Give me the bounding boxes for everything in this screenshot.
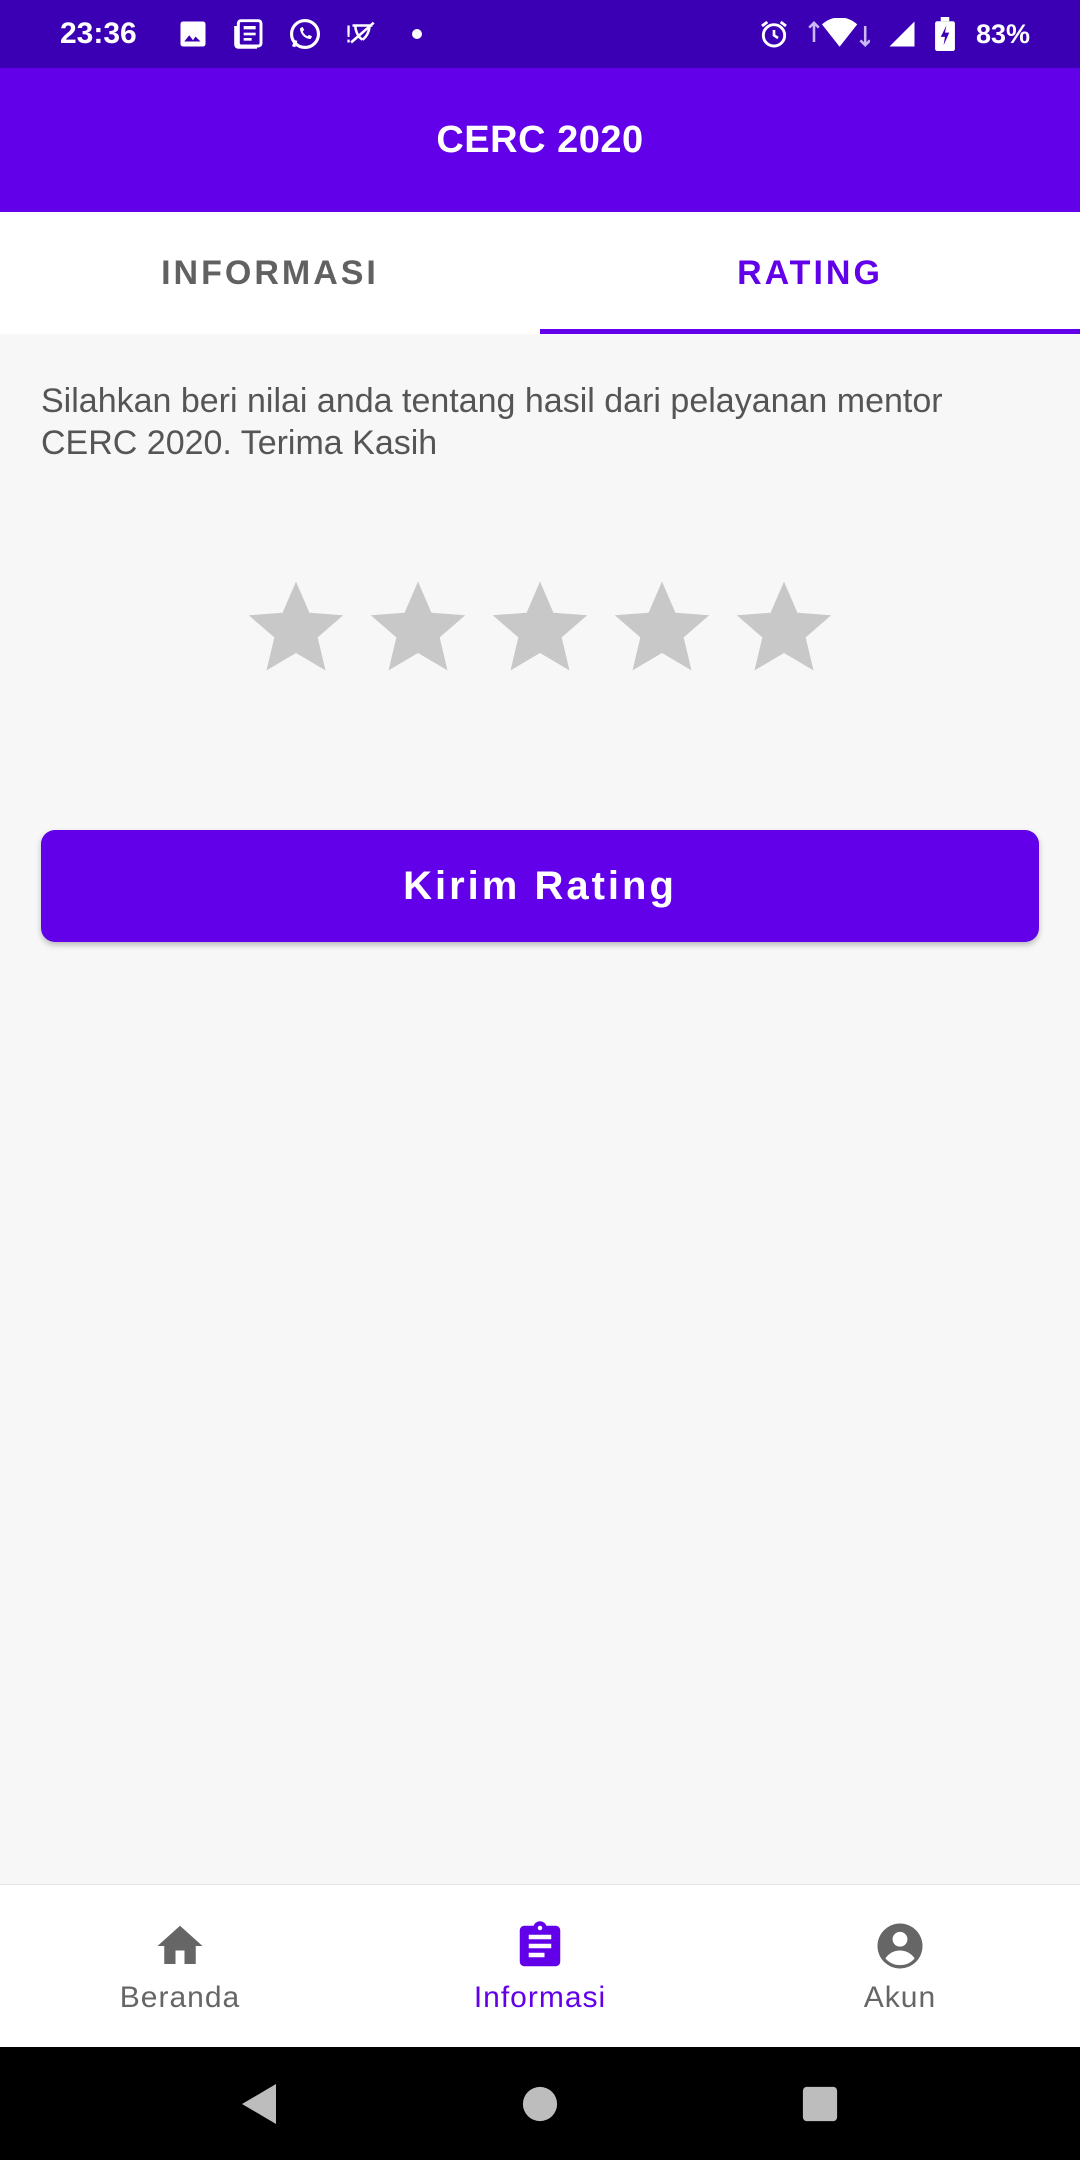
account-icon xyxy=(873,1919,927,1973)
wifi-icon xyxy=(806,16,870,52)
mute-icon: ! xyxy=(343,16,379,52)
nav-label-akun: Akun xyxy=(863,1980,937,2014)
signal-icon xyxy=(884,16,920,52)
battery-percent: 83% xyxy=(975,18,1030,49)
battery-icon xyxy=(934,16,956,52)
clipboard-icon xyxy=(513,1919,567,1973)
home-icon xyxy=(153,1919,207,1973)
nav-item-akun[interactable]: Akun xyxy=(720,1885,1080,2048)
app-bar: CERC 2020 xyxy=(0,68,1080,212)
nav-item-informasi[interactable]: Informasi xyxy=(360,1885,720,2048)
home-circle-icon[interactable] xyxy=(520,2084,560,2124)
nav-label-informasi: Informasi xyxy=(473,1980,607,2014)
star-rating-bar[interactable] xyxy=(0,575,1080,679)
star-5-icon[interactable] xyxy=(732,575,836,679)
status-bar: 23:36 ! 83% xyxy=(0,0,1080,68)
status-time: 23:36 xyxy=(60,17,137,50)
tab-informasi[interactable]: INFORMASI xyxy=(0,212,540,334)
news-icon xyxy=(231,16,267,52)
system-navigation-bar xyxy=(0,2047,1080,2160)
star-1-icon[interactable] xyxy=(244,575,348,679)
star-4-icon[interactable] xyxy=(610,575,714,679)
recents-icon[interactable] xyxy=(800,2084,840,2124)
bottom-navigation: Beranda Informasi Akun xyxy=(0,1884,1080,2048)
alarm-icon xyxy=(756,16,792,52)
nav-item-beranda[interactable]: Beranda xyxy=(0,1885,360,2048)
whatsapp-icon xyxy=(287,16,323,52)
system-status-icons: 83% xyxy=(756,16,1030,52)
star-3-icon[interactable] xyxy=(488,575,592,679)
dot-icon xyxy=(399,16,435,52)
image-icon xyxy=(175,16,211,52)
page-title: CERC 2020 xyxy=(436,118,644,161)
back-icon[interactable] xyxy=(240,2083,280,2124)
tab-rating[interactable]: RATING xyxy=(540,212,1080,334)
rating-description: Silahkan beri nilai anda tentang hasil d… xyxy=(41,382,943,462)
submit-rating-button[interactable]: Kirim Rating xyxy=(41,830,1039,942)
nav-label-beranda: Beranda xyxy=(119,1980,241,2014)
tab-bar: INFORMASI RATING xyxy=(0,212,1080,334)
svg-text:!: ! xyxy=(344,23,353,49)
star-2-icon[interactable] xyxy=(366,575,470,679)
notification-icons: ! xyxy=(175,16,435,52)
